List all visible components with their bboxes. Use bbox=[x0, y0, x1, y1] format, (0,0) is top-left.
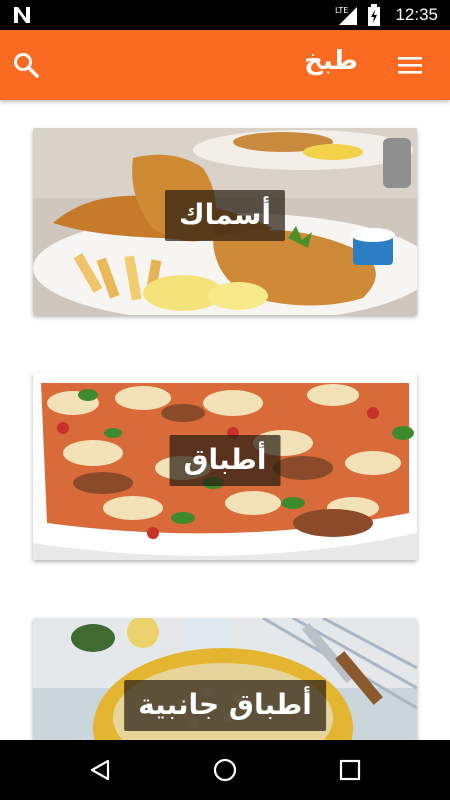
page-title: طبخ bbox=[304, 46, 358, 76]
category-card-dishes[interactable]: أطباق bbox=[33, 373, 417, 560]
system-nav-bar bbox=[0, 740, 450, 800]
battery-icon bbox=[368, 4, 381, 26]
clock: 12:35 bbox=[395, 5, 438, 24]
category-card-fish[interactable]: أسماك bbox=[33, 128, 417, 315]
category-label-fish: أسماك bbox=[164, 190, 286, 241]
search-icon[interactable] bbox=[12, 51, 40, 79]
network-type: LTE bbox=[335, 6, 348, 15]
recents-icon[interactable] bbox=[338, 758, 362, 782]
hamburger-menu-icon[interactable] bbox=[398, 54, 424, 76]
app-bar: طبخ bbox=[0, 30, 450, 100]
category-label-side-dishes: أطباق جانبية bbox=[124, 680, 326, 731]
category-label-dishes: أطباق bbox=[169, 435, 281, 486]
category-list: أسماك أطباق أطباق جانبية bbox=[0, 100, 450, 740]
back-icon[interactable] bbox=[88, 758, 112, 782]
android-n-icon bbox=[14, 7, 30, 23]
signal-icon: LTE bbox=[335, 6, 358, 25]
status-bar: LTE 12:35 bbox=[0, 0, 450, 30]
home-icon[interactable] bbox=[213, 758, 237, 782]
category-card-side-dishes[interactable]: أطباق جانبية bbox=[33, 618, 417, 740]
